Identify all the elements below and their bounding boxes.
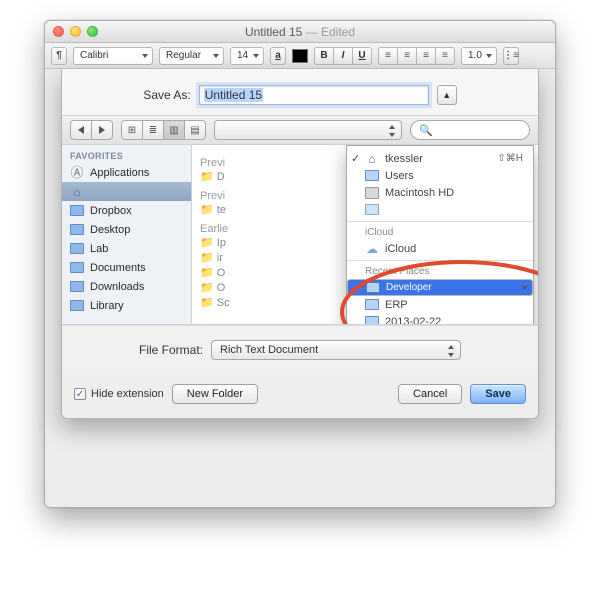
folder-icon bbox=[365, 315, 379, 325]
save-as-row: Save As: Untitled 15 ▲ bbox=[62, 69, 538, 115]
browser-content[interactable]: Previ 📁 D Previ 📁 te Earlie 📁 Ip 📁 ir 📁 … bbox=[192, 145, 538, 324]
display-icon bbox=[365, 203, 379, 217]
checkbox-icon: ✓ bbox=[74, 388, 86, 400]
list-view-button[interactable]: ≣ bbox=[142, 120, 164, 140]
dropdown-item-users[interactable]: Users bbox=[347, 167, 533, 184]
sidebar-item-lab[interactable]: Lab bbox=[62, 239, 191, 258]
bottom-bar: ✓ Hide extension New Folder Cancel Save bbox=[62, 374, 538, 418]
drive-icon bbox=[365, 186, 379, 200]
search-input[interactable]: 🔍 bbox=[410, 120, 530, 140]
content-preview: Previ 📁 D Previ 📁 te Earlie 📁 Ip 📁 ir 📁 … bbox=[200, 151, 230, 310]
window-title: Untitled 15 — Edited bbox=[45, 25, 555, 39]
home-icon: ⌂ bbox=[365, 152, 379, 166]
file-format-select[interactable]: Rich Text Document bbox=[211, 340, 461, 360]
folder-icon bbox=[70, 204, 84, 218]
home-icon: ⌂ bbox=[70, 185, 84, 199]
cloud-icon: ☁ bbox=[365, 242, 379, 256]
sidebar-item-home[interactable]: ⌂ bbox=[62, 182, 191, 201]
alignment-segment: ≡ ≡ ≡ ≡ bbox=[378, 47, 455, 65]
align-justify-button[interactable]: ≡ bbox=[435, 47, 455, 65]
align-right-button[interactable]: ≡ bbox=[416, 47, 436, 65]
dropdown-item-computer[interactable] bbox=[347, 201, 533, 218]
dropdown-section-recent: Recent Places bbox=[347, 264, 533, 279]
line-spacing-select[interactable]: 1.0 bbox=[461, 47, 497, 65]
font-family-select[interactable]: Calibri bbox=[73, 47, 153, 65]
keyboard-shortcut: ⇧⌘H bbox=[497, 153, 523, 164]
popup-arrows-icon bbox=[387, 125, 396, 137]
nav-segment bbox=[70, 120, 113, 140]
dropdown-item-macintosh-hd[interactable]: Macintosh HD bbox=[347, 184, 533, 201]
separator bbox=[347, 260, 533, 261]
save-as-label: Save As: bbox=[143, 88, 190, 102]
search-icon: 🔍 bbox=[419, 124, 433, 137]
forward-button[interactable] bbox=[91, 120, 113, 140]
new-folder-button[interactable]: New Folder bbox=[172, 384, 258, 404]
dropdown-item-date[interactable]: 2013-02-22 bbox=[347, 313, 533, 324]
sidebar-item-dropbox[interactable]: Dropbox bbox=[62, 201, 191, 220]
separator bbox=[347, 221, 533, 222]
chevron-left-icon bbox=[78, 126, 84, 134]
document-title: Untitled 15 bbox=[245, 25, 302, 39]
edited-indicator: — Edited bbox=[302, 25, 355, 39]
dropdown-item-developer[interactable]: Developer bbox=[347, 279, 533, 296]
font-style-select[interactable]: Regular bbox=[159, 47, 224, 65]
dropdown-item-tkessler[interactable]: ✓ ⌂ tkessler ⇧⌘H bbox=[347, 150, 533, 167]
align-left-button[interactable]: ≡ bbox=[378, 47, 398, 65]
text-color-button[interactable]: a bbox=[270, 47, 286, 65]
dropdown-section-icloud: iCloud bbox=[347, 225, 533, 240]
icon-view-button[interactable]: ⊞ bbox=[121, 120, 143, 140]
folder-icon bbox=[70, 242, 84, 256]
folder-icon bbox=[70, 261, 84, 275]
color-swatch[interactable] bbox=[292, 49, 308, 63]
folder-icon bbox=[70, 299, 84, 313]
list-button[interactable]: ⋮≡ bbox=[503, 47, 519, 65]
sidebar-header-favorites: FAVORITES bbox=[62, 149, 191, 163]
dropdown-item-icloud[interactable]: ☁iCloud bbox=[347, 240, 533, 257]
file-browser: FAVORITES ⒶApplications ⌂ Dropbox Deskto… bbox=[62, 145, 538, 325]
expand-collapse-button[interactable]: ▲ bbox=[437, 85, 457, 105]
sidebar-item-downloads[interactable]: Downloads bbox=[62, 277, 191, 296]
folder-icon bbox=[365, 169, 379, 183]
italic-button[interactable]: I bbox=[333, 47, 353, 65]
save-button[interactable]: Save bbox=[470, 384, 526, 404]
chevron-right-icon bbox=[99, 126, 105, 134]
dropdown-item-erp[interactable]: ERP bbox=[347, 296, 533, 313]
app-window: Untitled 15 — Edited ¶ Calibri Regular 1… bbox=[44, 20, 556, 508]
back-button[interactable] bbox=[70, 120, 92, 140]
path-dropdown-menu: ✓ ⌂ tkessler ⇧⌘H Users Macintosh HD iClo… bbox=[346, 145, 534, 324]
paragraph-style-button[interactable]: ¶ bbox=[51, 47, 67, 65]
column-view-button[interactable]: ▥ bbox=[163, 120, 185, 140]
filename-input[interactable]: Untitled 15 bbox=[199, 85, 429, 105]
folder-icon bbox=[70, 280, 84, 294]
view-segment: ⊞ ≣ ▥ ▤ bbox=[121, 120, 206, 140]
folder-icon bbox=[365, 298, 379, 312]
coverflow-view-button[interactable]: ▤ bbox=[184, 120, 206, 140]
underline-button[interactable]: U bbox=[352, 47, 372, 65]
editor-toolbar: ¶ Calibri Regular 14 a B I U ≡ ≡ ≡ ≡ 1.0… bbox=[45, 43, 555, 69]
applications-icon: Ⓐ bbox=[70, 166, 84, 180]
hide-extension-checkbox[interactable]: ✓ Hide extension bbox=[74, 388, 164, 400]
folder-icon bbox=[366, 281, 380, 295]
titlebar[interactable]: Untitled 15 — Edited bbox=[45, 21, 555, 43]
browser-toolbar: ⊞ ≣ ▥ ▤ 🔍 bbox=[62, 115, 538, 145]
sidebar-item-desktop[interactable]: Desktop bbox=[62, 220, 191, 239]
file-format-label: File Format: bbox=[139, 343, 203, 357]
save-sheet: Save As: Untitled 15 ▲ ⊞ ≣ ▥ ▤ bbox=[61, 69, 539, 419]
font-size-select[interactable]: 14 bbox=[230, 47, 264, 65]
sidebar: FAVORITES ⒶApplications ⌂ Dropbox Deskto… bbox=[62, 145, 192, 324]
file-format-row: File Format: Rich Text Document bbox=[62, 325, 538, 374]
path-popup[interactable] bbox=[214, 120, 402, 140]
filename-value: Untitled 15 bbox=[204, 88, 263, 102]
check-icon: ✓ bbox=[351, 152, 360, 165]
sidebar-item-documents[interactable]: Documents bbox=[62, 258, 191, 277]
folder-icon bbox=[70, 223, 84, 237]
bold-button[interactable]: B bbox=[314, 47, 334, 65]
sidebar-item-library[interactable]: Library bbox=[62, 296, 191, 315]
popup-arrows-icon bbox=[446, 345, 455, 357]
align-center-button[interactable]: ≡ bbox=[397, 47, 417, 65]
text-style-segment: B I U bbox=[314, 47, 372, 65]
cancel-button[interactable]: Cancel bbox=[398, 384, 462, 404]
sidebar-item-applications[interactable]: ⒶApplications bbox=[62, 163, 191, 182]
